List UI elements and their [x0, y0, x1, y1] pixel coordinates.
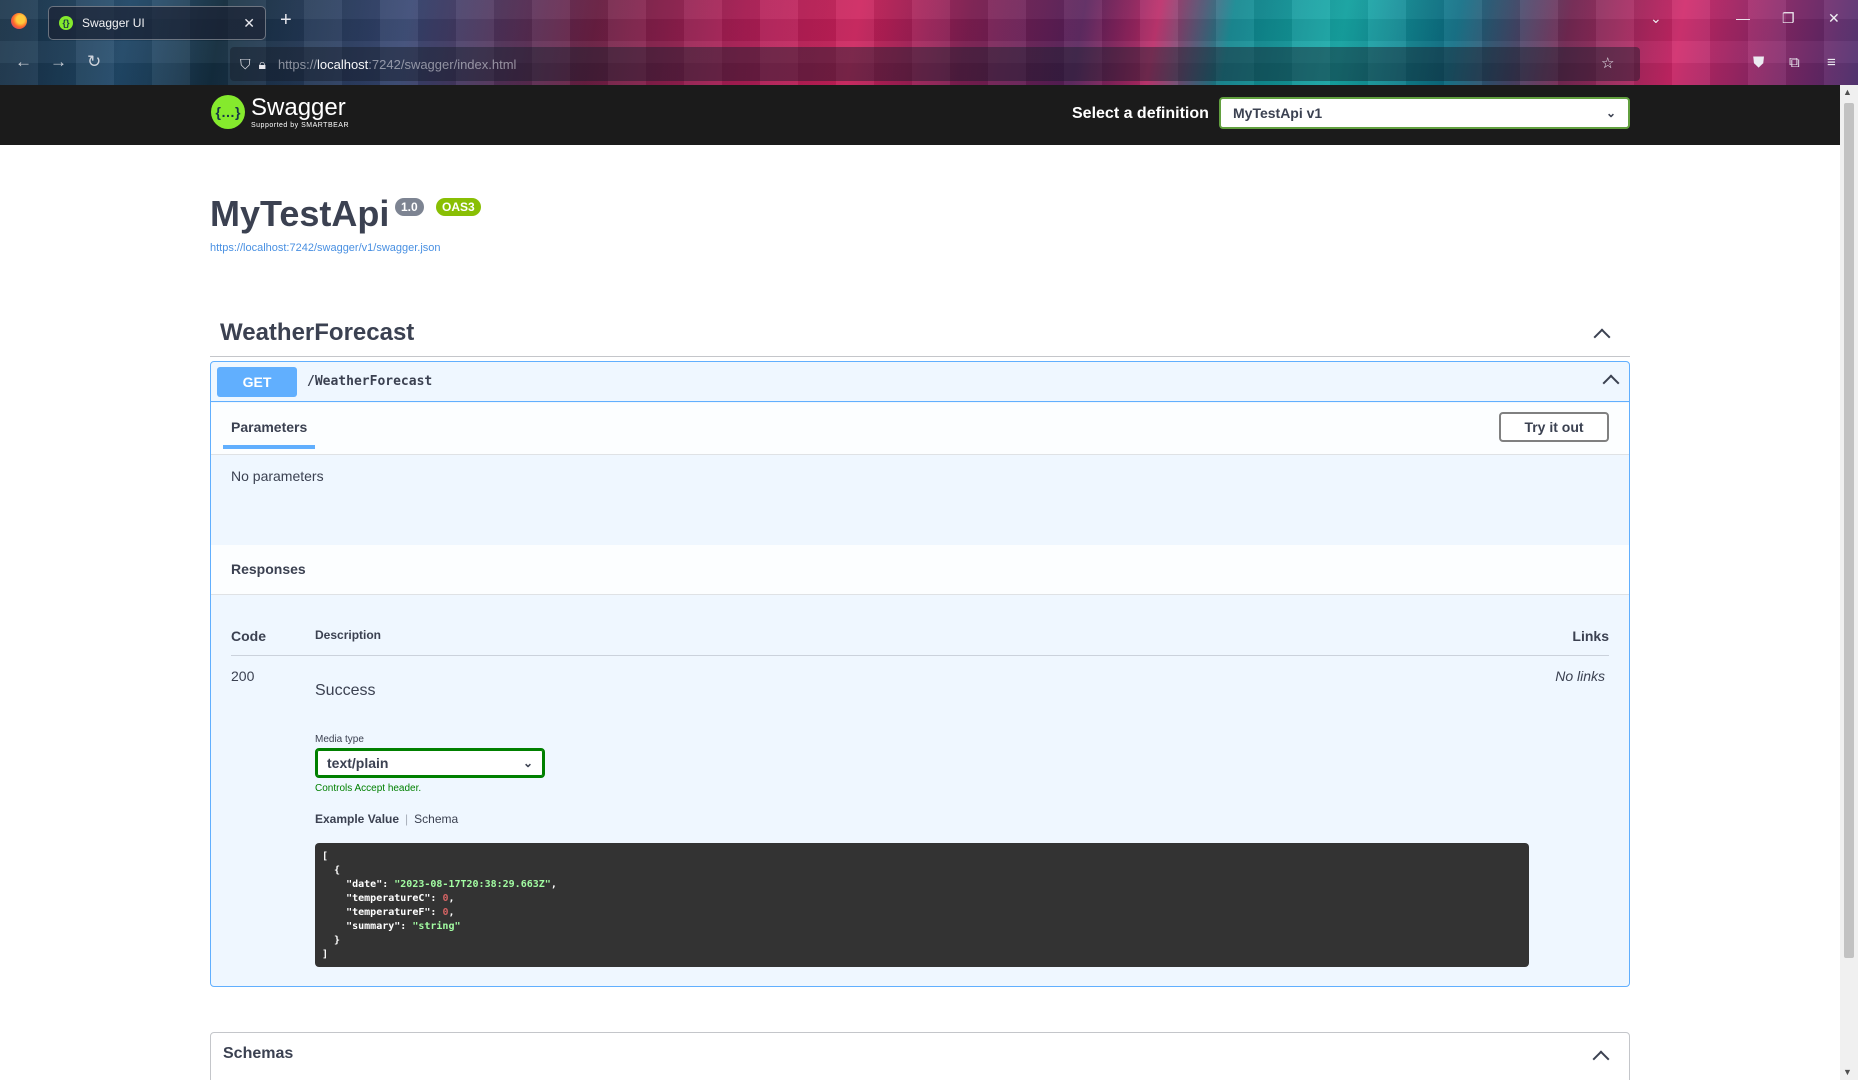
response-description: Success	[315, 682, 376, 699]
no-parameters-text: No parameters	[231, 468, 324, 484]
api-title: MyTestApi	[210, 193, 390, 234]
code-tempf-value: 0	[442, 907, 449, 918]
code-tempc-value: 0	[442, 893, 449, 904]
schemas-title: Schemas	[223, 1045, 294, 1062]
page-scrollbar[interactable]: ▲ ▼	[1840, 85, 1858, 1080]
swagger-favicon-icon: {}	[59, 16, 73, 30]
tab-list-chevron-icon[interactable]: ⌄	[1650, 10, 1662, 27]
tab-separator: |	[405, 812, 409, 826]
code-date-value: "2023-08-17T20:38:29.663Z"	[394, 879, 551, 890]
column-header-description: Description	[315, 628, 382, 642]
restore-icon[interactable]: ❐	[1782, 10, 1795, 27]
url-host: localhost	[316, 56, 369, 72]
url-rest: :7242/swagger/index.html	[368, 56, 517, 72]
operation-path[interactable]: /WeatherForecast	[307, 374, 432, 389]
schemas-section[interactable]: Schemas	[210, 1032, 1630, 1080]
code-tempf-key: "temperatureF"	[346, 907, 431, 918]
definition-label: Select a definition	[1072, 105, 1209, 122]
code-summary-value: "string"	[412, 921, 461, 932]
operation-summary[interactable]: GET /WeatherForecast	[211, 362, 1629, 402]
tab-example-value[interactable]: Example Value	[315, 812, 399, 826]
media-type-select[interactable]: text/plain ⌄	[315, 748, 545, 778]
collapse-schemas-icon[interactable]	[1592, 1050, 1610, 1068]
collapse-chevron-icon[interactable]	[1593, 328, 1611, 346]
url-bar[interactable]: ⛉ 🔒︎ https://localhost:7242/swagger/inde…	[230, 47, 1640, 81]
shield-icon[interactable]: ⛉	[240, 56, 251, 73]
extensions-icon[interactable]: ⧉	[1789, 54, 1800, 71]
back-icon[interactable]: ←	[15, 52, 32, 72]
code-close-bracket: ]	[322, 949, 329, 960]
url-text[interactable]: https://localhost:7242/swagger/index.htm…	[278, 57, 517, 72]
close-window-icon[interactable]: ✕	[1828, 10, 1840, 27]
collapse-operation-icon[interactable]	[1602, 374, 1620, 392]
browser-tab[interactable]: {} Swagger UI ✕	[48, 6, 266, 40]
http-method-badge[interactable]: GET	[217, 367, 297, 397]
try-it-out-button[interactable]: Try it out	[1499, 412, 1609, 442]
code-summary-key: "summary"	[346, 921, 401, 932]
minimize-icon[interactable]: —	[1736, 10, 1750, 26]
swagger-logo-icon: {…}	[211, 95, 245, 129]
media-type-note: Controls Accept header.	[315, 783, 422, 794]
lock-icon[interactable]: 🔒︎	[259, 56, 266, 73]
table-divider	[231, 655, 1609, 656]
firefox-logo-icon[interactable]	[11, 13, 27, 29]
logo-subtext: Supported by SMARTBEAR	[251, 121, 350, 129]
new-tab-icon[interactable]: +	[280, 9, 292, 32]
scroll-down-icon[interactable]: ▼	[1843, 1067, 1852, 1077]
tab-schema[interactable]: Schema	[414, 812, 458, 826]
definition-select[interactable]: MyTestApi v1 ⌄	[1219, 97, 1630, 129]
scroll-up-icon[interactable]: ▲	[1843, 87, 1852, 97]
responses-title: Responses	[231, 561, 306, 577]
tab-title: Swagger UI	[82, 16, 145, 30]
pocket-icon[interactable]: ⛊	[1753, 54, 1764, 71]
code-date-key: "date"	[346, 879, 383, 890]
forward-icon[interactable]: →	[50, 52, 67, 72]
chevron-down-icon: ⌄	[522, 756, 533, 770]
responses-header: Responses	[211, 545, 1629, 595]
bookmark-star-icon[interactable]: ☆	[1601, 54, 1614, 72]
example-code-block[interactable]: [ { "date": "2023-08-17T20:38:29.663Z", …	[315, 843, 1529, 967]
code-open-brace: {	[334, 865, 341, 876]
logo-text: Swagger	[251, 93, 346, 121]
swagger-logo[interactable]: {…} Swagger Supported by SMARTBEAR	[211, 95, 349, 129]
version-badge: 1.0	[395, 198, 424, 216]
example-tabs: Example Value | Schema	[315, 812, 458, 826]
oas-badge: OAS3	[436, 198, 481, 216]
code-open-bracket: [	[322, 851, 329, 862]
definition-value: MyTestApi v1	[1233, 105, 1323, 121]
spec-url-link[interactable]: https://localhost:7242/swagger/v1/swagge…	[210, 242, 441, 254]
tag-section-header[interactable]: WeatherForecast	[210, 313, 1630, 357]
media-type-value: text/plain	[327, 755, 389, 771]
menu-icon[interactable]: ≡	[1827, 54, 1836, 71]
code-close-brace: }	[334, 935, 341, 946]
tab-parameters[interactable]: Parameters	[223, 415, 316, 449]
response-code: 200	[231, 668, 255, 684]
reload-icon[interactable]: ↻	[87, 52, 101, 72]
tag-title: WeatherForecast	[220, 319, 415, 346]
operation-block: GET /WeatherForecast Parameters Try it o…	[210, 361, 1630, 987]
parameters-header: Parameters Try it out	[211, 403, 1629, 455]
column-header-links: Links	[1572, 628, 1609, 644]
response-links: No links	[1555, 668, 1605, 684]
chevron-down-icon: ⌄	[1605, 106, 1616, 120]
browser-chrome: {} Swagger UI ✕ + ⌄ — ❐ ✕ ← → ↻ ⛉ 🔒︎ htt…	[0, 0, 1858, 85]
code-tempc-key: "temperatureC"	[346, 893, 431, 904]
url-prefix: https://	[277, 56, 317, 72]
column-header-code: Code	[231, 628, 266, 644]
swagger-topbar: {…} Swagger Supported by SMARTBEAR Selec…	[0, 85, 1840, 145]
close-tab-icon[interactable]: ✕	[243, 15, 255, 32]
scroll-thumb[interactable]	[1844, 103, 1854, 958]
media-type-label: Media type	[315, 734, 364, 745]
